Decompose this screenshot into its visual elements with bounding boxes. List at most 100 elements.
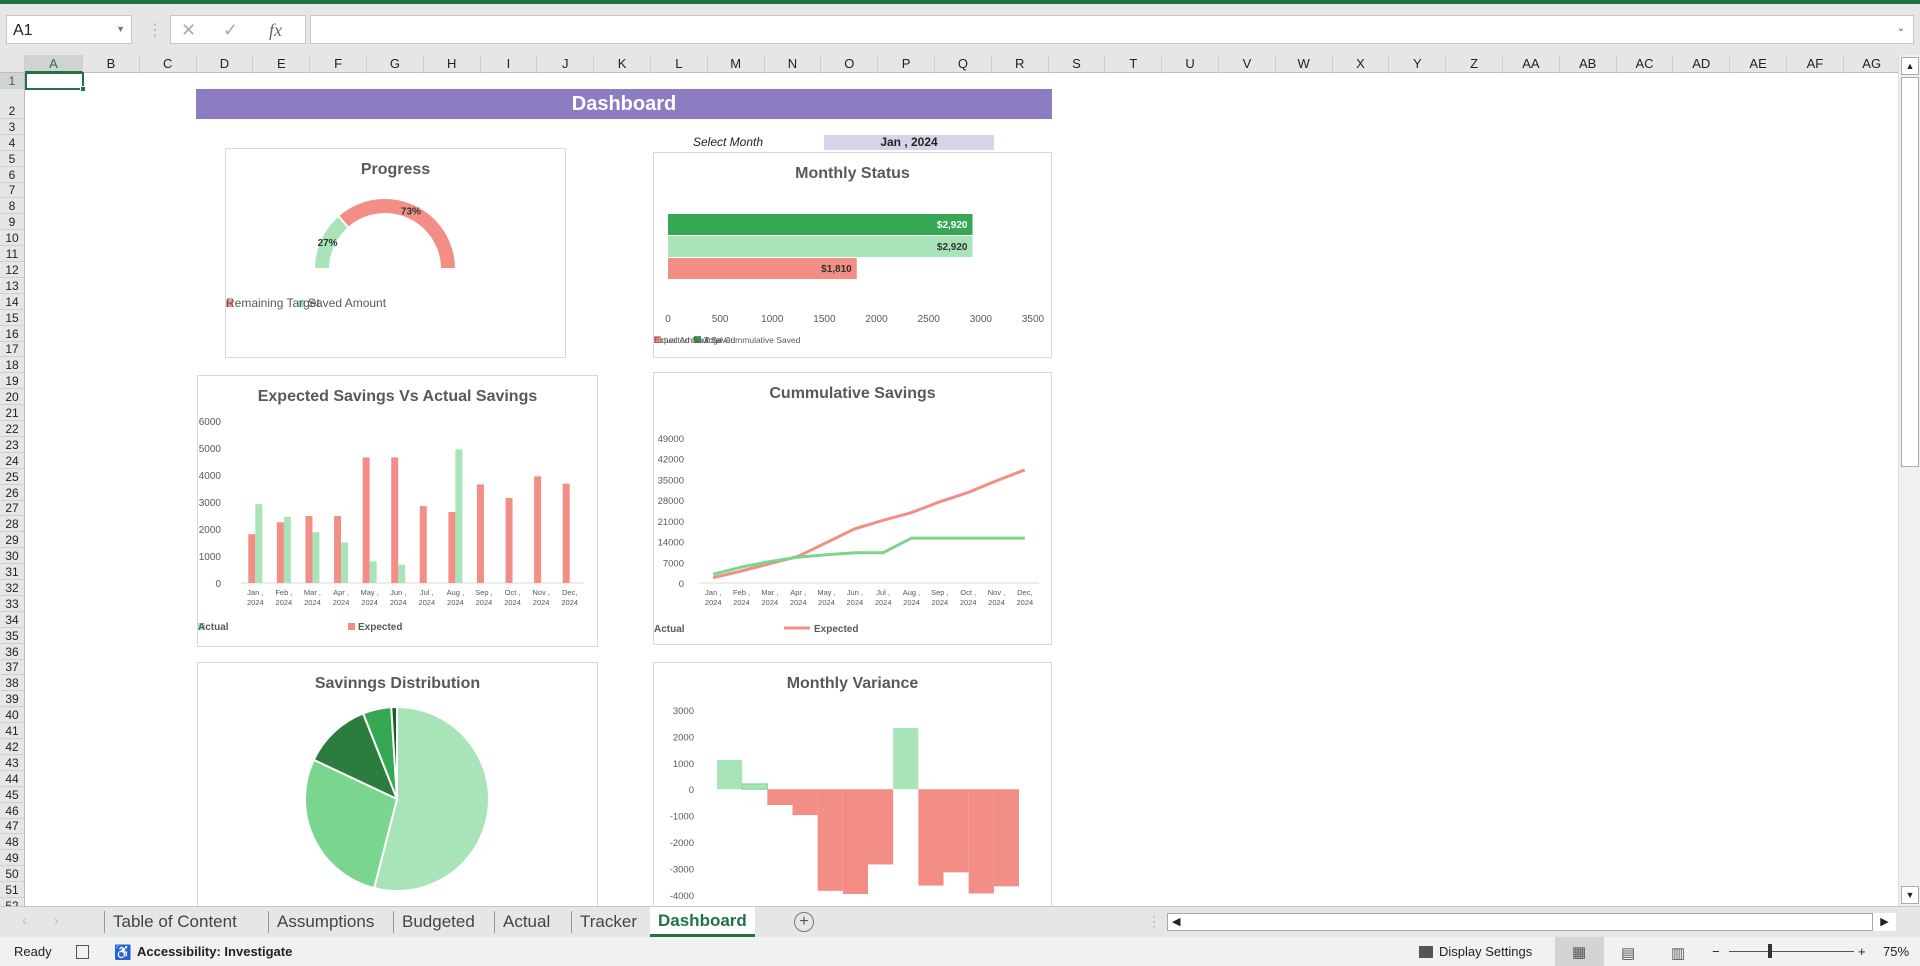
row-header-7[interactable]: 7 bbox=[0, 183, 24, 199]
horizontal-scrollbar[interactable]: ◀ ▶ bbox=[1167, 913, 1896, 931]
name-box[interactable]: A1 ▼ bbox=[6, 15, 132, 44]
row-header-46[interactable]: 46 bbox=[0, 803, 24, 819]
column-header-L[interactable]: L bbox=[651, 55, 708, 73]
fill-handle[interactable] bbox=[80, 86, 86, 92]
row-header-19[interactable]: 19 bbox=[0, 373, 24, 390]
row-header-20[interactable]: 20 bbox=[0, 389, 24, 406]
column-header-R[interactable]: R bbox=[992, 55, 1049, 73]
cancel-icon[interactable]: ✕ bbox=[181, 20, 196, 41]
column-header-P[interactable]: P bbox=[878, 55, 935, 73]
column-header-Q[interactable]: Q bbox=[935, 55, 992, 73]
column-header-K[interactable]: K bbox=[594, 55, 651, 73]
row-header-51[interactable]: 51 bbox=[0, 882, 24, 899]
row-header-22[interactable]: 22 bbox=[0, 421, 24, 437]
sheet-tab-budgeted[interactable]: Budgeted bbox=[393, 911, 483, 933]
row-header-38[interactable]: 38 bbox=[0, 676, 24, 692]
column-header-U[interactable]: U bbox=[1162, 55, 1219, 73]
prev-sheet-icon[interactable]: ‹ bbox=[22, 912, 27, 928]
column-header-AB[interactable]: AB bbox=[1560, 55, 1617, 73]
row-header-40[interactable]: 40 bbox=[0, 707, 24, 724]
row-header-23[interactable]: 23 bbox=[0, 437, 24, 453]
selected-cell-a1[interactable] bbox=[25, 72, 86, 92]
column-header-AE[interactable]: AE bbox=[1730, 55, 1787, 73]
row-header-41[interactable]: 41 bbox=[0, 723, 24, 740]
macro-recorder-icon[interactable] bbox=[76, 945, 89, 959]
row-header-26[interactable]: 26 bbox=[0, 485, 24, 501]
scroll-thumb[interactable] bbox=[1901, 77, 1919, 467]
column-header-W[interactable]: W bbox=[1276, 55, 1333, 73]
vertical-scrollbar[interactable]: ▲ ▼ bbox=[1898, 55, 1920, 906]
row-header-1[interactable]: 1 bbox=[0, 73, 24, 89]
display-settings-icon[interactable] bbox=[1419, 946, 1433, 958]
sheet-tab-actual[interactable]: Actual bbox=[494, 911, 558, 933]
column-header-A[interactable]: A bbox=[25, 55, 83, 73]
accessibility-icon[interactable]: ♿ bbox=[114, 944, 131, 961]
column-header-T[interactable]: T bbox=[1105, 55, 1163, 73]
zoom-level[interactable]: 75% bbox=[1883, 944, 1909, 959]
column-header-AF[interactable]: AF bbox=[1787, 55, 1844, 73]
column-header-F[interactable]: F bbox=[310, 55, 367, 73]
column-header-AA[interactable]: AA bbox=[1503, 55, 1560, 73]
row-header-33[interactable]: 33 bbox=[0, 596, 24, 612]
row-header-32[interactable]: 32 bbox=[0, 580, 24, 596]
row-header-43[interactable]: 43 bbox=[0, 755, 24, 771]
zoom-in-button[interactable]: + bbox=[1858, 944, 1866, 959]
row-header-31[interactable]: 31 bbox=[0, 564, 24, 581]
next-sheet-icon[interactable]: › bbox=[54, 912, 59, 928]
column-header-AD[interactable]: AD bbox=[1673, 55, 1731, 73]
row-header-48[interactable]: 48 bbox=[0, 835, 24, 851]
column-header-X[interactable]: X bbox=[1333, 55, 1390, 73]
row-header-2[interactable]: 2 bbox=[0, 89, 24, 119]
row-header-4[interactable]: 4 bbox=[0, 135, 24, 151]
row-header-6[interactable]: 6 bbox=[0, 167, 24, 183]
row-header-16[interactable]: 16 bbox=[0, 326, 24, 342]
column-header-I[interactable]: I bbox=[481, 55, 538, 73]
row-header-37[interactable]: 37 bbox=[0, 660, 24, 676]
row-header-42[interactable]: 42 bbox=[0, 739, 24, 755]
row-header-28[interactable]: 28 bbox=[0, 517, 24, 533]
column-header-H[interactable]: H bbox=[424, 55, 481, 73]
scroll-down-icon[interactable]: ▼ bbox=[1901, 886, 1919, 904]
row-header-10[interactable]: 10 bbox=[0, 230, 24, 247]
enter-icon[interactable]: ✓ bbox=[223, 20, 238, 41]
display-settings-button[interactable]: Display Settings bbox=[1439, 944, 1532, 959]
monthly-variance-chart[interactable]: Monthly Variance -4000 -3000 -2000 -1000 0 100… bbox=[653, 662, 1052, 912]
row-header-34[interactable]: 34 bbox=[0, 612, 24, 628]
split-handle-icon[interactable]: ⋮ bbox=[1147, 913, 1161, 930]
column-header-J[interactable]: J bbox=[537, 55, 595, 73]
select-all-corner[interactable] bbox=[0, 55, 25, 73]
zoom-slider-thumb[interactable] bbox=[1767, 944, 1772, 958]
column-header-Z[interactable]: Z bbox=[1446, 55, 1503, 73]
row-header-30[interactable]: 30 bbox=[0, 548, 24, 565]
sheet-tab-dashboard[interactable]: Dashboard bbox=[650, 907, 755, 937]
column-header-E[interactable]: E bbox=[253, 55, 311, 73]
row-header-15[interactable]: 15 bbox=[0, 310, 24, 326]
page-break-view-icon[interactable]: ▥ bbox=[1671, 944, 1685, 962]
row-header-45[interactable]: 45 bbox=[0, 787, 24, 803]
sheet-tab-tracker[interactable]: Tracker bbox=[571, 911, 645, 933]
row-header-52[interactable]: 52 bbox=[0, 898, 24, 906]
column-header-V[interactable]: V bbox=[1219, 55, 1276, 73]
row-header-44[interactable]: 44 bbox=[0, 771, 24, 787]
column-header-D[interactable]: D bbox=[197, 55, 254, 73]
row-header-24[interactable]: 24 bbox=[0, 453, 24, 469]
row-header-27[interactable]: 27 bbox=[0, 501, 24, 517]
row-header-49[interactable]: 49 bbox=[0, 850, 24, 867]
column-header-G[interactable]: G bbox=[367, 55, 424, 73]
scroll-up-icon[interactable]: ▲ bbox=[1901, 57, 1919, 75]
column-header-C[interactable]: C bbox=[140, 55, 197, 73]
sheet-tab-table-of-content[interactable]: Table of Content bbox=[104, 911, 245, 933]
zoom-out-button[interactable]: − bbox=[1712, 944, 1720, 959]
row-header-25[interactable]: 25 bbox=[0, 469, 24, 485]
column-header-S[interactable]: S bbox=[1049, 55, 1106, 73]
row-header-5[interactable]: 5 bbox=[0, 151, 24, 167]
row-header-11[interactable]: 11 bbox=[0, 246, 24, 263]
page-layout-view-icon[interactable]: ▤ bbox=[1621, 944, 1635, 962]
column-header-O[interactable]: O bbox=[821, 55, 879, 73]
column-header-N[interactable]: N bbox=[765, 55, 822, 73]
row-header-39[interactable]: 39 bbox=[0, 691, 24, 708]
insert-function-icon[interactable]: fx bbox=[269, 20, 282, 41]
expand-formula-icon[interactable]: ⌄ bbox=[1897, 23, 1905, 34]
row-header-14[interactable]: 14 bbox=[0, 294, 24, 310]
sheet-tab-assumptions[interactable]: Assumptions bbox=[268, 911, 382, 933]
